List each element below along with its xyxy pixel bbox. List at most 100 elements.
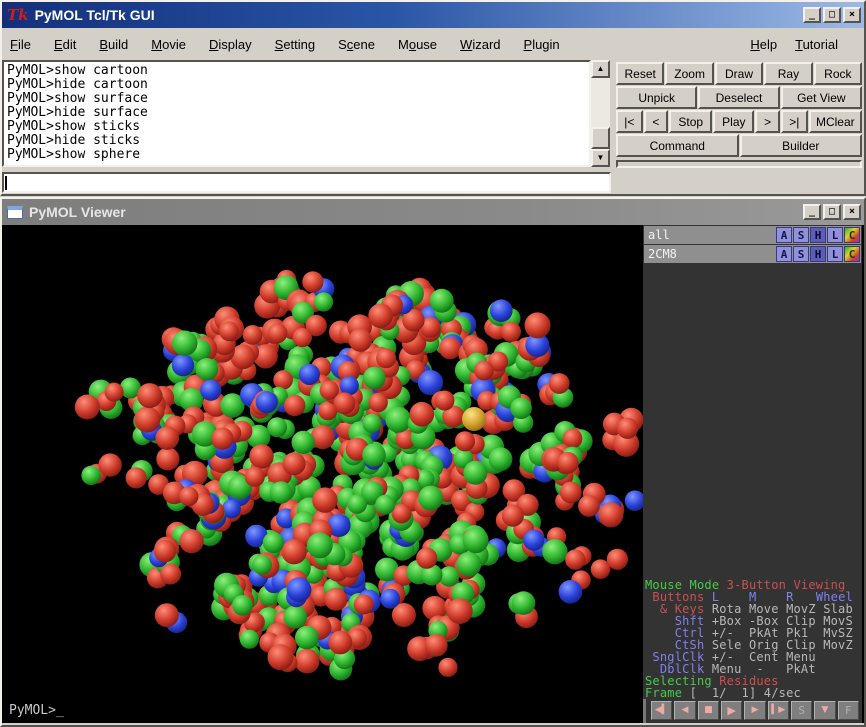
atom-sphere-oxygen[interactable] <box>154 540 177 563</box>
movie-stop-button[interactable]: Stop <box>669 110 712 133</box>
menu-display[interactable]: Display <box>209 37 252 52</box>
atom-sphere-carbon[interactable] <box>542 539 567 564</box>
menu-setting[interactable]: Setting <box>275 37 315 52</box>
atom-sphere-carbon[interactable] <box>512 591 536 615</box>
atom-sphere-carbon[interactable] <box>314 292 333 311</box>
atom-sphere-oxygen[interactable] <box>180 529 204 553</box>
2CM8-s-menu-button[interactable]: S <box>793 246 809 262</box>
atom-sphere-carbon[interactable] <box>510 398 532 420</box>
atom-sphere-nitrogen[interactable] <box>559 580 583 604</box>
movie-first-button[interactable]: |< <box>616 110 643 133</box>
gui-minimize-button[interactable]: _ <box>803 7 821 23</box>
atom-sphere-oxygen[interactable] <box>591 559 611 579</box>
atom-sphere-carbon[interactable] <box>363 367 386 390</box>
atom-sphere-oxygen[interactable] <box>137 383 162 408</box>
atom-sphere-oxygen[interactable] <box>376 348 396 368</box>
atom-sphere-oxygen[interactable] <box>105 383 124 402</box>
atom-sphere-oxygen[interactable] <box>565 549 585 569</box>
gui-titlebar[interactable]: Tk PyMOL Tcl/Tk GUI _ □ × <box>2 2 864 28</box>
object-row-2CM8[interactable]: 2CM8ASHLC <box>644 245 861 263</box>
atom-sphere-nitrogen[interactable] <box>523 530 544 551</box>
atom-sphere-carbon[interactable] <box>418 486 443 511</box>
command-input[interactable] <box>2 172 611 193</box>
fullscreen-toggle-button[interactable]: ▼ <box>814 701 835 720</box>
atom-sphere-carbon[interactable] <box>457 552 482 577</box>
scroll-up-icon[interactable]: ▲ <box>591 60 610 78</box>
atom-sphere-oxygen[interactable] <box>324 588 347 611</box>
atom-sphere-nitrogen[interactable] <box>380 589 400 609</box>
2CM8-c-menu-button[interactable]: C <box>844 246 860 262</box>
atom-sphere-oxygen[interactable] <box>267 323 287 343</box>
atom-sphere-carbon[interactable] <box>263 532 284 553</box>
atom-sphere-oxygen[interactable] <box>425 634 448 657</box>
atom-sphere-oxygen[interactable] <box>219 321 239 341</box>
atom-sphere-oxygen[interactable] <box>354 594 374 614</box>
frame-button[interactable]: F <box>838 701 859 720</box>
scroll-down-icon[interactable]: ▼ <box>591 149 610 167</box>
atom-sphere-carbon[interactable] <box>232 595 253 616</box>
frame-last-button[interactable]: ▍▶ <box>768 701 789 720</box>
atom-sphere-oxygen[interactable] <box>501 322 521 342</box>
reset-button[interactable]: Reset <box>616 62 664 85</box>
atom-sphere-oxygen[interactable] <box>155 603 179 627</box>
atom-sphere-nitrogen[interactable] <box>287 577 312 602</box>
atom-sphere-carbon[interactable] <box>463 527 489 553</box>
atom-sphere-oxygen[interactable] <box>160 564 181 585</box>
scrollbar-thumb[interactable] <box>591 127 610 149</box>
atom-sphere-oxygen[interactable] <box>268 644 294 670</box>
all-s-menu-button[interactable]: S <box>793 227 809 243</box>
atom-sphere-nitrogen[interactable] <box>200 380 221 401</box>
all-l-menu-button[interactable]: L <box>827 227 843 243</box>
menu-plugin[interactable]: Plugin <box>524 37 560 52</box>
atom-sphere-oxygen[interactable] <box>438 658 457 677</box>
2CM8-h-menu-button[interactable]: H <box>810 246 826 262</box>
unpick-button[interactable]: Unpick <box>616 86 697 109</box>
frame-stop-button[interactable]: ■ <box>698 701 719 720</box>
2CM8-a-menu-button[interactable]: A <box>776 246 792 262</box>
atom-sphere-carbon[interactable] <box>375 495 395 515</box>
menu-movie[interactable]: Movie <box>151 37 186 52</box>
atom-sphere-oxygen[interactable] <box>549 373 570 394</box>
atom-sphere-oxygen[interactable] <box>578 495 600 517</box>
scrollbar-track[interactable] <box>591 78 610 149</box>
viewer-titlebar[interactable]: PyMOL Viewer _ □ × <box>2 199 864 225</box>
atom-sphere-sulfur[interactable] <box>462 407 486 431</box>
atom-sphere-oxygen[interactable] <box>447 598 473 624</box>
atom-sphere-oxygen[interactable] <box>211 428 233 450</box>
atom-sphere-oxygen[interactable] <box>369 393 388 412</box>
atom-sphere-oxygen[interactable] <box>349 328 372 351</box>
atom-sphere-carbon[interactable] <box>240 630 259 649</box>
menu-tutorial[interactable]: Tutorial <box>795 37 838 52</box>
viewer-window-icon[interactable] <box>7 206 23 219</box>
command-tab-button[interactable]: Command <box>616 134 739 157</box>
menu-file[interactable]: File <box>10 37 31 52</box>
atom-sphere-oxygen[interactable] <box>293 328 312 347</box>
atom-sphere-oxygen[interactable] <box>295 649 320 674</box>
atom-sphere-oxygen[interactable] <box>98 453 121 476</box>
atom-sphere-oxygen[interactable] <box>617 418 638 439</box>
atom-sphere-oxygen[interactable] <box>134 407 160 433</box>
viewer-close-button[interactable]: × <box>843 204 861 220</box>
atom-sphere-nitrogen[interactable] <box>625 490 643 511</box>
atom-sphere-carbon[interactable] <box>284 605 307 628</box>
atom-sphere-oxygen[interactable] <box>179 487 198 506</box>
atom-sphere-oxygen[interactable] <box>560 482 582 504</box>
movie-play-button[interactable]: Play <box>713 110 754 133</box>
viewer-minimize-button[interactable]: _ <box>803 204 821 220</box>
atom-sphere-carbon[interactable] <box>385 407 411 433</box>
atom-sphere-oxygen[interactable] <box>302 271 323 292</box>
atom-sphere-oxygen[interactable] <box>368 304 393 329</box>
all-c-menu-button[interactable]: C <box>844 227 860 243</box>
rock-button[interactable]: Rock <box>814 62 862 85</box>
atom-sphere-oxygen[interactable] <box>598 502 623 527</box>
atom-sphere-oxygen[interactable] <box>75 395 100 420</box>
mclear-button[interactable]: MClear <box>809 110 862 133</box>
atom-sphere-carbon[interactable] <box>362 414 381 433</box>
deselect-button[interactable]: Deselect <box>698 86 779 109</box>
get-view-button[interactable]: Get View <box>781 86 862 109</box>
history-scrollbar[interactable]: ▲ ▼ <box>591 60 610 167</box>
atom-sphere-carbon[interactable] <box>295 626 319 650</box>
atom-sphere-oxygen[interactable] <box>435 391 455 411</box>
viewer-maximize-button[interactable]: □ <box>823 204 841 220</box>
atom-sphere-oxygen[interactable] <box>416 548 437 569</box>
